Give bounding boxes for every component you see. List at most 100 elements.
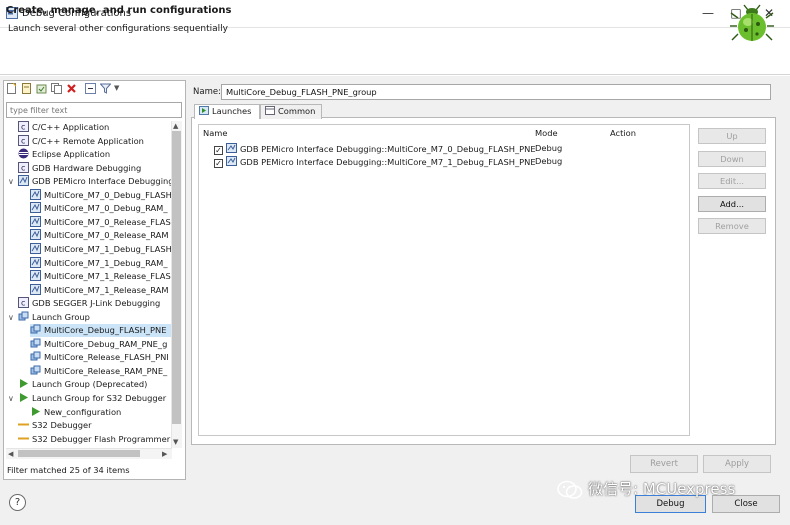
tree-item[interactable]: MultiCore_M7_0_Release_RAM <box>30 229 168 242</box>
tree-horizontal-scroll-thumb[interactable] <box>18 450 140 457</box>
tree-vertical-scroll-thumb[interactable] <box>172 131 181 424</box>
tab-common-label: Common <box>278 106 316 116</box>
tree-item[interactable]: MultiCore_Release_RAM_PNE_ <box>30 365 167 378</box>
column-header-name[interactable]: Name <box>203 128 227 138</box>
apply-button[interactable]: Apply <box>703 455 771 473</box>
tree-item[interactable]: ∨ Launch Group for S32 Debugger <box>8 392 166 405</box>
column-header-mode[interactable]: Mode <box>535 128 558 138</box>
tree-item[interactable]: c GDB Hardware Debugging <box>18 161 142 175</box>
row-mode: Debug <box>535 143 563 153</box>
pemicro-icon <box>226 143 237 153</box>
tree-item[interactable]: S32 Debugger Flash Programmer <box>18 433 170 446</box>
svg-text:c: c <box>21 299 25 308</box>
up-button[interactable]: Up <box>698 128 766 144</box>
tree-item[interactable]: MultiCore_Debug_FLASH_PNE <box>30 324 172 338</box>
c-hw-icon: c <box>18 161 29 173</box>
tree-item-label: MultiCore_Debug_RAM_PNE_g <box>44 338 168 349</box>
segger-icon: c <box>18 297 29 309</box>
pemicro-icon <box>30 229 41 241</box>
add-button[interactable]: Add... <box>698 196 766 212</box>
tree-item[interactable]: MultiCore_M7_0_Debug_FLASH <box>30 188 172 202</box>
wechat-icon <box>557 480 583 499</box>
column-header-action[interactable]: Action <box>610 128 636 138</box>
tree-item[interactable]: S32 Debugger <box>18 419 92 432</box>
row-checkbox[interactable]: ✓ <box>214 146 223 155</box>
tree-item[interactable]: Launch Group (Deprecated) <box>18 378 147 391</box>
tree-item[interactable]: ∨ Launch Group <box>8 311 90 324</box>
launch-group-icon <box>30 324 41 334</box>
scroll-right-icon[interactable]: ▶ <box>162 450 167 458</box>
tree-item-label: GDB SEGGER J-Link Debugging <box>32 298 161 309</box>
tree-item-label: C/C++ Application <box>32 122 110 132</box>
tree-item[interactable]: MultiCore_Debug_RAM_PNE_g <box>30 338 167 351</box>
new-config-icon[interactable] <box>6 83 17 94</box>
tab-common[interactable]: Common <box>260 104 322 119</box>
pemicro-icon <box>30 242 41 254</box>
header-description: Launch several other configurations sequ… <box>8 24 228 34</box>
tree-item[interactable]: ∨ GDB PEMicro Interface Debugging <box>8 175 172 188</box>
tree-item[interactable]: New_configuration <box>30 406 121 419</box>
tree-item[interactable]: MultiCore_M7_1_Release_FLAS <box>30 270 171 283</box>
row-name: GDB PEMicro Interface Debugging::MultiCo… <box>240 157 536 167</box>
launches-tab-icon <box>199 106 209 115</box>
tree-item[interactable]: MultiCore_M7_1_Debug_RAM_ <box>30 256 168 270</box>
tree-item-label: GDB PEMicro Interface Debugging <box>32 176 172 187</box>
edit-button[interactable]: Edit... <box>698 173 766 189</box>
minimize-button[interactable]: — <box>695 3 721 23</box>
tree-item-label: C/C++ Remote Application <box>32 135 144 146</box>
collapse-all-icon[interactable] <box>85 83 96 94</box>
tree-item[interactable]: c C/C++ Remote Application <box>18 134 144 148</box>
tree-item-label: MultiCore_M7_0_Debug_FLASH <box>44 189 172 200</box>
tree-item-label: MultiCore_M7_1_Debug_RAM_ <box>44 257 168 268</box>
tree-toolbar: ▼ <box>4 81 184 97</box>
scroll-down-icon[interactable]: ▼ <box>173 438 178 446</box>
pemicro-icon <box>226 156 237 166</box>
header-title: Create, manage, and run configurations <box>6 5 232 16</box>
expand-toggle-icon[interactable]: ∨ <box>8 311 14 324</box>
remove-button[interactable]: Remove <box>698 218 766 234</box>
play-icon <box>32 406 40 416</box>
tree-item[interactable]: c GDB SEGGER J-Link Debugging <box>18 297 160 310</box>
revert-button[interactable]: Revert <box>630 455 698 473</box>
tree-item[interactable]: MultiCore_M7_1_Debug_FLASH <box>30 242 172 256</box>
expand-toggle-icon[interactable]: ∨ <box>8 175 14 188</box>
delete-icon[interactable] <box>66 83 77 94</box>
scroll-left-icon[interactable]: ◀ <box>8 450 13 458</box>
tree-item-label: MultiCore_Release_RAM_PNE_ <box>44 365 168 376</box>
c-remote-icon: c <box>18 134 29 146</box>
pemicro-icon <box>30 188 41 200</box>
scroll-up-icon[interactable]: ▲ <box>173 122 178 130</box>
tree-item[interactable]: MultiCore_Release_FLASH_PNI <box>30 351 169 364</box>
svg-text:c: c <box>21 123 25 132</box>
new-prototype-icon[interactable] <box>21 83 32 94</box>
tree-item[interactable]: c C/C++ Application <box>18 121 109 134</box>
import-icon[interactable] <box>36 83 47 94</box>
eclipse-icon <box>18 148 29 159</box>
s32-icon <box>18 423 29 426</box>
row-mode: Debug <box>535 156 563 166</box>
tree-item[interactable]: MultiCore_M7_0_Debug_RAM_ <box>30 202 168 215</box>
row-checkbox[interactable]: ✓ <box>214 159 223 168</box>
play-icon <box>20 379 28 389</box>
tree-item-label: Launch Group <box>32 311 90 322</box>
tree-item-label: GDB Hardware Debugging <box>32 162 142 173</box>
tree-item-label: MultiCore_M7_0_Release_FLAS <box>44 216 171 227</box>
tree-item[interactable]: MultiCore_M7_0_Release_FLAS <box>30 215 171 229</box>
tree-item[interactable]: MultiCore_M7_1_Release_RAM <box>30 283 168 297</box>
row-name: GDB PEMicro Interface Debugging::MultiCo… <box>240 144 536 154</box>
filter-input[interactable] <box>6 102 182 118</box>
tree-item[interactable]: Eclipse Application <box>18 148 110 161</box>
help-icon[interactable]: ? <box>9 494 26 511</box>
expand-toggle-icon[interactable]: ∨ <box>8 392 14 405</box>
launch-group-icon <box>30 365 41 375</box>
name-field[interactable] <box>221 84 771 100</box>
pemicro-icon <box>30 270 41 282</box>
filter-icon[interactable] <box>100 83 111 94</box>
table-row[interactable]: ✓ GDB PEMicro Interface Debugging::MultiC… <box>214 156 536 169</box>
duplicate-icon[interactable] <box>51 83 62 94</box>
table-row[interactable]: ✓ GDB PEMicro Interface Debugging::MultiC… <box>214 143 536 156</box>
down-button[interactable]: Down <box>698 151 766 167</box>
filter-menu-chevron-icon[interactable]: ▼ <box>114 84 119 92</box>
tab-launches[interactable]: Launches <box>194 104 260 119</box>
tree-item-label: MultiCore_Debug_FLASH_PNE <box>44 325 167 336</box>
